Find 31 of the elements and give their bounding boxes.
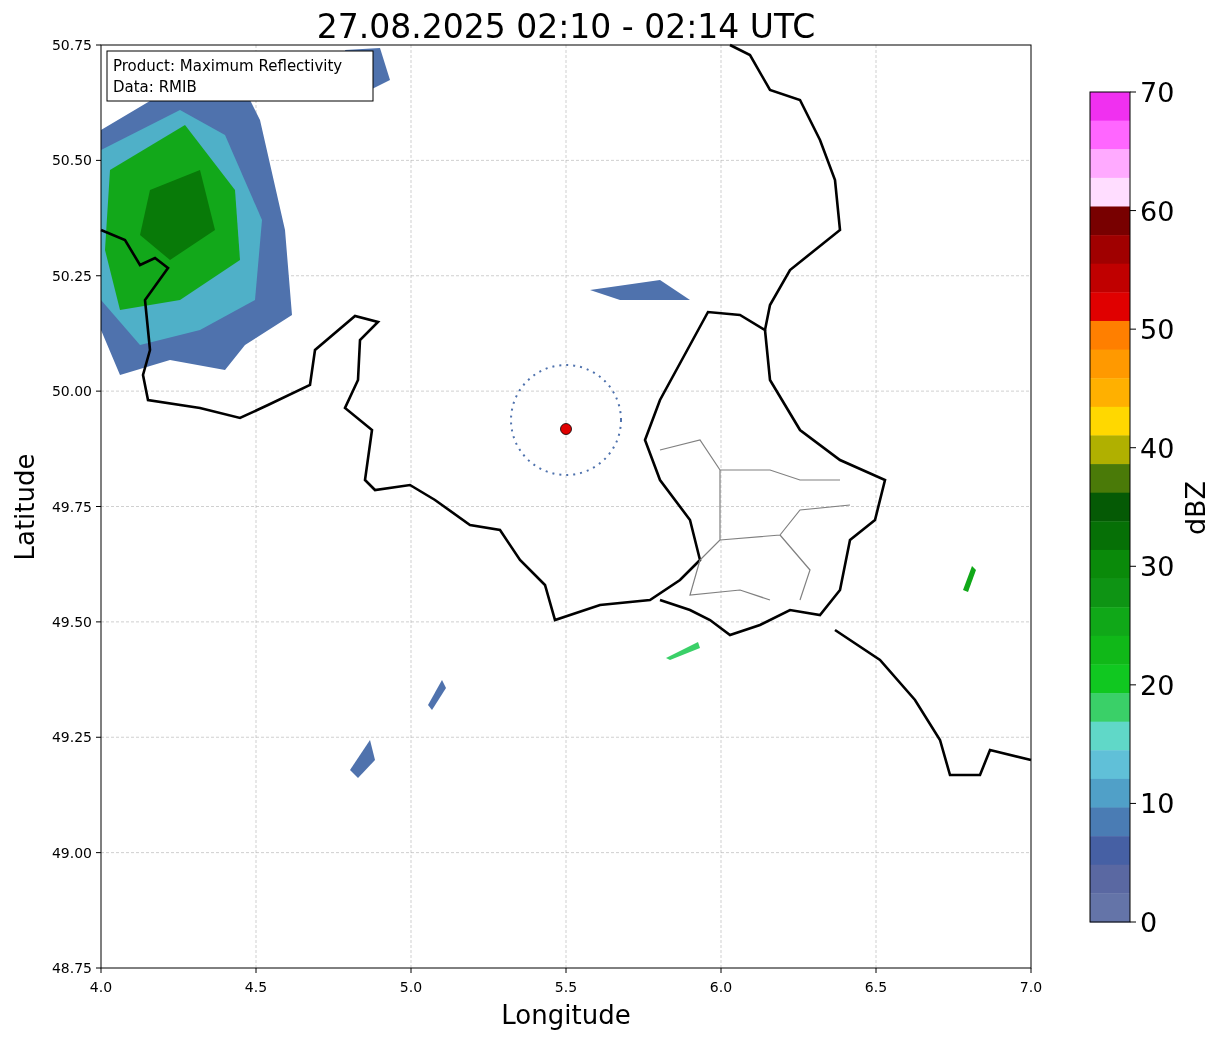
x-tick-label: 4.0 bbox=[89, 979, 113, 995]
y-axis-label: Latitude bbox=[10, 453, 40, 561]
radar-site-marker bbox=[560, 423, 572, 435]
colorbar-tick-label: 60 bbox=[1140, 195, 1175, 227]
colorbar-tick-label: 0 bbox=[1140, 907, 1158, 938]
colorbar-tick-label: 50 bbox=[1140, 314, 1175, 346]
colorbar-tick-label: 30 bbox=[1140, 551, 1175, 583]
x-tick-label: 7.0 bbox=[1019, 979, 1043, 995]
y-tick-label: 50.50 bbox=[51, 152, 92, 169]
x-tick-label: 6.5 bbox=[864, 979, 888, 995]
y-tick-label: 49.50 bbox=[51, 613, 92, 630]
colorbar-tick-label: 20 bbox=[1140, 669, 1175, 701]
y-tick-label: 49.00 bbox=[51, 844, 92, 861]
y-tick-label: 49.75 bbox=[51, 498, 92, 515]
annotation-text: Data: RMIB bbox=[113, 78, 197, 96]
y-tick-label: 50.00 bbox=[51, 383, 92, 400]
y-tick-label: 48.75 bbox=[51, 960, 92, 976]
x-tick-label: 6.0 bbox=[709, 979, 733, 995]
colorbar-tick-label: 10 bbox=[1140, 788, 1175, 820]
x-tick-label: 5.0 bbox=[399, 979, 423, 995]
colorbar-tick-label: 40 bbox=[1140, 432, 1175, 464]
chart-title: 27.08.2025 02:10 - 02:14 UTC bbox=[316, 7, 816, 46]
x-tick-label: 5.5 bbox=[554, 979, 578, 995]
y-tick-label: 50.75 bbox=[51, 37, 92, 53]
colorbar-label: dBZ bbox=[1180, 480, 1211, 536]
x-tick-label: 4.5 bbox=[244, 979, 268, 995]
y-tick-label: 50.25 bbox=[51, 267, 92, 284]
annotation-text: Product: Maximum Reflectivity bbox=[113, 57, 343, 75]
y-tick-label: 49.25 bbox=[51, 729, 92, 746]
x-axis-label: Longitude bbox=[501, 1000, 631, 1030]
colorbar-tick-label: 70 bbox=[1140, 77, 1175, 108]
